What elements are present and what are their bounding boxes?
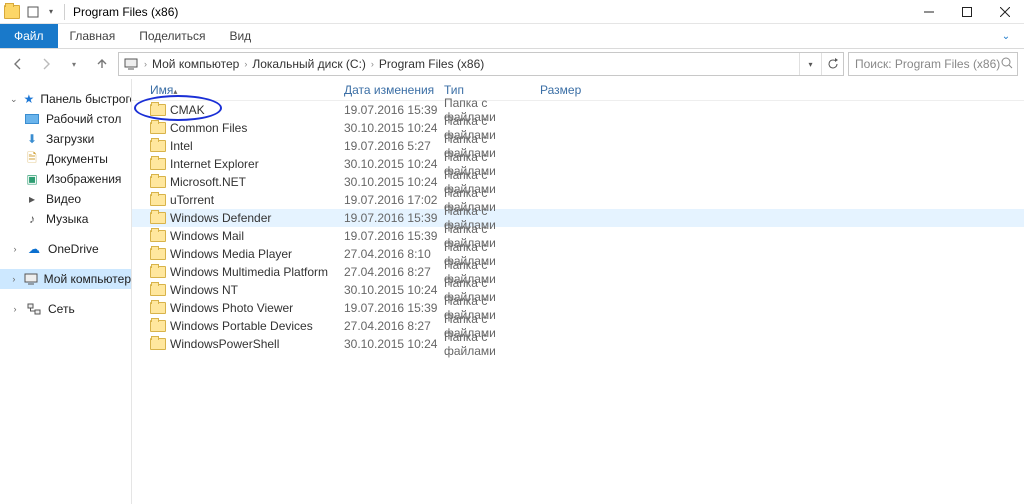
pc-icon: [123, 56, 139, 72]
crumb-pc[interactable]: Мой компьютер: [150, 57, 241, 71]
folder-icon: [150, 122, 166, 134]
sidebar-item-mus[interactable]: ♪Музыка: [0, 209, 131, 229]
column-size[interactable]: Размер: [540, 83, 610, 97]
chevron-right-icon[interactable]: ›: [241, 59, 250, 69]
chevron-right-icon: ›: [10, 274, 18, 284]
ribbon-tab-share[interactable]: Поделиться: [127, 24, 217, 48]
ribbon-tab-view[interactable]: Вид: [217, 24, 263, 48]
qat-properties-icon[interactable]: [24, 1, 42, 23]
cloud-icon: ☁: [26, 242, 42, 256]
doc-icon: 🗎: [24, 152, 40, 166]
back-button[interactable]: [6, 52, 30, 76]
table-row[interactable]: Windows Media Player27.04.2016 8:10Папка…: [132, 245, 1024, 263]
qat-dropdown-icon[interactable]: ▾: [42, 1, 60, 23]
refresh-button[interactable]: [821, 53, 843, 75]
table-row[interactable]: Windows Mail19.07.2016 15:39Папка с файл…: [132, 227, 1024, 245]
crumb-folder[interactable]: Program Files (x86): [377, 57, 486, 71]
file-list: CMAK19.07.2016 15:39Папка с файламиCommo…: [132, 101, 1024, 353]
sidebar-quickaccess[interactable]: ⌄ ★ Панель быстрого до: [0, 89, 131, 109]
table-row[interactable]: Windows Defender19.07.2016 15:39Папка с …: [132, 209, 1024, 227]
address-dropdown-icon[interactable]: ▾: [799, 53, 821, 75]
folder-icon: [150, 338, 166, 350]
chevron-right-icon: ›: [10, 244, 20, 254]
window-title: Program Files (x86): [73, 5, 178, 19]
table-row[interactable]: Intel19.07.2016 5:27Папка с файлами: [132, 137, 1024, 155]
folder-icon: [150, 140, 166, 152]
address-bar[interactable]: › Мой компьютер › Локальный диск (C:) › …: [118, 52, 844, 76]
file-panel: Имя▴ Дата изменения Тип Размер CMAK19.07…: [132, 79, 1024, 504]
vid-icon: ▸: [24, 192, 40, 206]
table-row[interactable]: Windows Multimedia Platform27.04.2016 8:…: [132, 263, 1024, 281]
ribbon-file-tab[interactable]: Файл: [0, 24, 58, 48]
table-row[interactable]: WindowsPowerShell30.10.2015 10:24Папка с…: [132, 335, 1024, 353]
sidebar-network[interactable]: › Сеть: [0, 299, 131, 319]
recent-dropdown-icon[interactable]: ▾: [62, 52, 86, 76]
search-placeholder: Поиск: Program Files (x86): [855, 57, 1000, 71]
folder-icon: [150, 320, 166, 332]
network-icon: [26, 302, 42, 316]
folder-icon: [150, 194, 166, 206]
column-headers: Имя▴ Дата изменения Тип Размер: [132, 79, 1024, 101]
chevron-down-icon: ⌄: [10, 94, 18, 105]
table-row[interactable]: Internet Explorer30.10.2015 10:24Папка с…: [132, 155, 1024, 173]
folder-icon: [150, 212, 166, 224]
dl-icon: ⬇: [24, 132, 40, 146]
crumb-drive[interactable]: Локальный диск (C:): [250, 57, 368, 71]
ribbon-tab-home[interactable]: Главная: [58, 24, 128, 48]
folder-icon: [150, 176, 166, 188]
sidebar: ⌄ ★ Панель быстрого до Рабочий стол⬇Загр…: [0, 79, 132, 504]
sidebar-item-img[interactable]: ▣Изображения: [0, 169, 131, 189]
ribbon-expand-icon[interactable]: ⌄: [988, 24, 1024, 48]
table-row[interactable]: Windows NT30.10.2015 10:24Папка с файлам…: [132, 281, 1024, 299]
app-folder-icon: [4, 5, 20, 19]
chevron-right-icon[interactable]: ›: [141, 59, 150, 69]
column-date[interactable]: Дата изменения: [344, 83, 444, 97]
table-row[interactable]: Common Files30.10.2015 10:24Папка с файл…: [132, 119, 1024, 137]
img-icon: ▣: [24, 172, 40, 186]
sidebar-item-vid[interactable]: ▸Видео: [0, 189, 131, 209]
desk-icon: [24, 112, 40, 126]
column-type[interactable]: Тип: [444, 83, 540, 97]
search-icon: [1001, 57, 1013, 72]
star-icon: ★: [24, 92, 35, 106]
table-row[interactable]: CMAK19.07.2016 15:39Папка с файлами: [132, 101, 1024, 119]
column-name[interactable]: Имя▴: [144, 83, 344, 97]
table-row[interactable]: Microsoft.NET30.10.2015 10:24Папка с фай…: [132, 173, 1024, 191]
chevron-right-icon[interactable]: ›: [368, 59, 377, 69]
sidebar-item-doc[interactable]: 🗎Документы: [0, 149, 131, 169]
folder-icon: [150, 230, 166, 242]
search-input[interactable]: Поиск: Program Files (x86): [848, 52, 1018, 76]
close-button[interactable]: [986, 0, 1024, 24]
mus-icon: ♪: [24, 212, 40, 226]
folder-icon: [150, 284, 166, 296]
folder-icon: [150, 266, 166, 278]
maximize-button[interactable]: [948, 0, 986, 24]
table-row[interactable]: Windows Portable Devices27.04.2016 8:27П…: [132, 317, 1024, 335]
sidebar-thispc[interactable]: › Мой компьютер: [0, 269, 131, 289]
folder-icon: [150, 302, 166, 314]
chevron-right-icon: ›: [10, 304, 20, 314]
folder-icon: [150, 104, 166, 116]
up-button[interactable]: [90, 52, 114, 76]
sidebar-item-dl[interactable]: ⬇Загрузки: [0, 129, 131, 149]
sort-asc-icon: ▴: [173, 87, 177, 96]
folder-icon: [150, 248, 166, 260]
table-row[interactable]: Windows Photo Viewer19.07.2016 15:39Папк…: [132, 299, 1024, 317]
title-bar: ▾ Program Files (x86): [0, 0, 1024, 24]
table-row[interactable]: uTorrent19.07.2016 17:02Папка с файлами: [132, 191, 1024, 209]
folder-icon: [150, 158, 166, 170]
minimize-button[interactable]: [910, 0, 948, 24]
ribbon: Файл Главная Поделиться Вид ⌄: [0, 24, 1024, 49]
pc-icon: [24, 272, 38, 286]
sidebar-onedrive[interactable]: › ☁ OneDrive: [0, 239, 131, 259]
navigation-row: ▾ › Мой компьютер › Локальный диск (C:) …: [0, 49, 1024, 79]
sidebar-item-desk[interactable]: Рабочий стол: [0, 109, 131, 129]
forward-button[interactable]: [34, 52, 58, 76]
